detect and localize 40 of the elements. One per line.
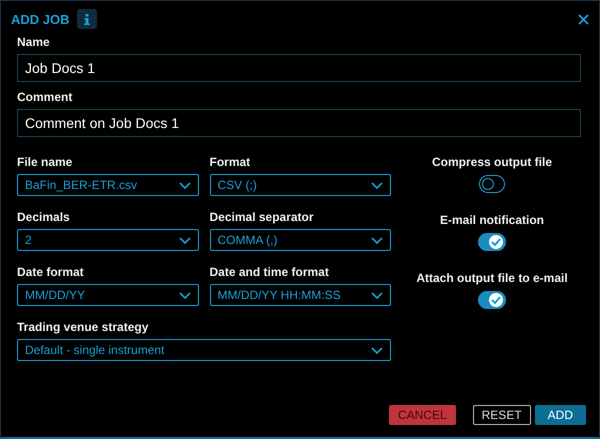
- field-label: File name: [17, 155, 74, 169]
- field-label: Format: [210, 155, 252, 169]
- toggle-switch[interactable]: [478, 175, 505, 193]
- dropdown[interactable]: MM/DD/YY HH:MM:SS: [210, 284, 391, 306]
- dropdown[interactable]: COMMA (,): [210, 229, 391, 251]
- field-label: Decimals: [17, 210, 71, 224]
- check-icon: [491, 296, 501, 304]
- chevron-down-icon: [371, 292, 383, 298]
- dialog-title: ADD JOB: [11, 12, 70, 26]
- field-label: Trading venue strategy: [17, 320, 150, 334]
- info-icon: [84, 14, 90, 24]
- toggle-switch[interactable]: [478, 291, 506, 309]
- close-icon: [578, 14, 589, 24]
- close-button[interactable]: [576, 12, 591, 26]
- text-field[interactable]: Job Docs 1: [17, 54, 581, 82]
- chevron-down-icon: [178, 292, 190, 298]
- toggle-label: Compress output file: [432, 155, 552, 169]
- dropdown[interactable]: MM/DD/YY: [17, 284, 198, 306]
- toggle-switch[interactable]: [478, 233, 506, 251]
- dropdown[interactable]: BaFin_BER-ETR.csv: [17, 174, 198, 196]
- field-label: Decimal separator: [210, 210, 315, 224]
- dropdown[interactable]: 2: [17, 229, 198, 251]
- action-button[interactable]: RESET: [472, 405, 531, 425]
- chevron-down-icon: [178, 182, 190, 188]
- dropdown[interactable]: CSV (;): [210, 174, 391, 196]
- chevron-down-icon: [371, 346, 383, 354]
- toggle-label: Attach output file to e-mail: [416, 271, 568, 285]
- field-label: Comment: [17, 90, 74, 104]
- field-label: Date and time format: [210, 265, 330, 279]
- text-field[interactable]: Comment on Job Docs 1: [17, 109, 581, 137]
- dropdown[interactable]: Default - single instrument: [17, 339, 391, 361]
- toggle-label: E-mail notification: [440, 213, 544, 227]
- chevron-down-icon: [371, 182, 383, 188]
- action-button[interactable]: ADD: [534, 405, 586, 425]
- field-label: Name: [17, 35, 51, 49]
- check-icon: [490, 238, 501, 246]
- info-button[interactable]: [76, 9, 97, 29]
- chevron-down-icon: [178, 236, 190, 244]
- field-label: Date format: [17, 265, 85, 279]
- chevron-down-icon: [371, 236, 383, 244]
